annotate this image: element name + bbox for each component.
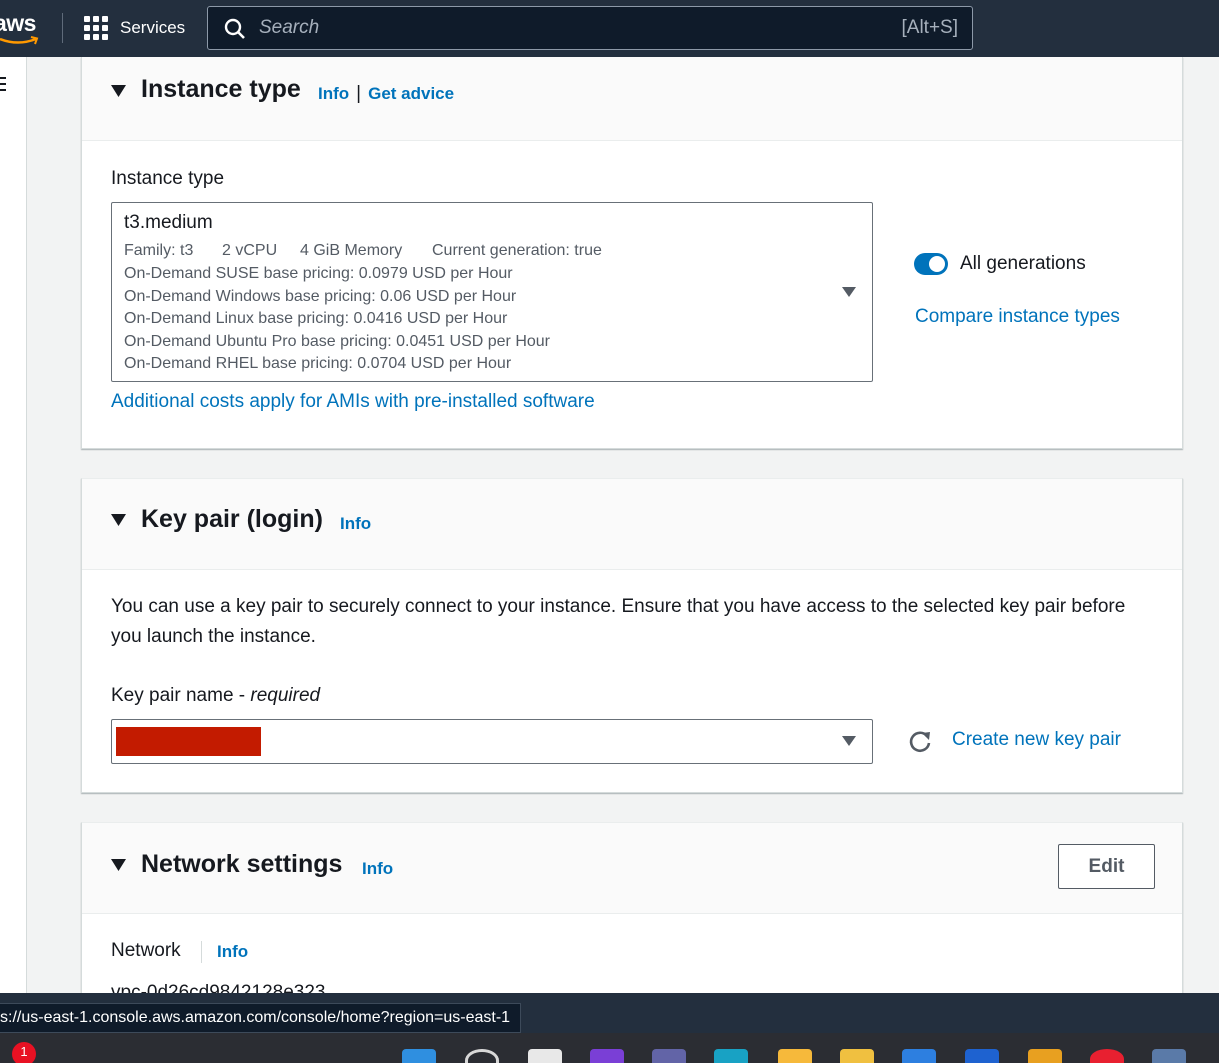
search-placeholder: Search [259, 17, 320, 38]
key-pair-name-text: Key pair name - [111, 685, 251, 706]
key-pair-name-label: Key pair name - required [111, 685, 320, 707]
nav-divider [62, 13, 63, 43]
aws-logo-text: aws [0, 10, 36, 36]
search-icon [224, 18, 245, 39]
redacted-key-pair-value [116, 727, 261, 756]
link-url-tooltip: s://us-east-1.console.aws.amazon.com/con… [0, 1003, 522, 1033]
network-settings-header: Network settings Info Edit [82, 823, 1182, 914]
services-menu-button[interactable]: Services [84, 14, 185, 42]
folder-icon[interactable] [840, 1049, 874, 1063]
instance-type-header: Instance type Info | Get advice [82, 57, 1182, 141]
app-icon[interactable] [1090, 1049, 1124, 1063]
additional-costs-link[interactable]: Additional costs apply for AMIs with pre… [111, 391, 595, 413]
section-title: Key pair (login) [141, 505, 323, 533]
pricing-line: On-Demand Ubuntu Pro base pricing: 0.045… [124, 333, 550, 350]
link-separator: | [356, 83, 362, 104]
all-generations-toggle[interactable] [914, 253, 948, 275]
instance-family: Family: t3 [124, 242, 194, 259]
collapse-caret-icon[interactable] [111, 859, 126, 871]
app-icon[interactable] [965, 1049, 999, 1063]
search-input[interactable]: Search [Alt+S] [207, 6, 973, 50]
services-label: Services [120, 18, 186, 37]
all-generations-label: All generations [960, 253, 1086, 274]
label-separator [201, 941, 202, 963]
pricing-line: On-Demand Linux base pricing: 0.0416 USD… [124, 310, 508, 327]
instance-generation: Current generation: true [432, 242, 602, 259]
search-taskbar-icon[interactable] [465, 1049, 499, 1063]
pricing-line: On-Demand RHEL base pricing: 0.0704 USD … [124, 355, 512, 372]
get-advice-link[interactable]: Get advice [368, 84, 454, 104]
selected-instance-type: t3.medium [124, 212, 213, 233]
info-link[interactable]: Info [318, 84, 349, 104]
edit-button[interactable]: Edit [1058, 844, 1155, 889]
copilot-icon[interactable] [590, 1049, 624, 1063]
search-shortcut-hint: [Alt+S] [901, 17, 959, 38]
refresh-icon[interactable] [907, 729, 933, 755]
compare-instance-types-link[interactable]: Compare instance types [915, 306, 1120, 328]
create-new-key-pair-link[interactable]: Create new key pair [952, 729, 1121, 751]
instance-type-select[interactable]: t3.medium Family: t3 2 vCPU 4 GiB Memory… [111, 202, 873, 382]
pricing-line: On-Demand Windows base pricing: 0.06 USD… [124, 288, 517, 305]
os-taskbar: 1 [0, 1033, 1219, 1063]
aws-smile-icon [0, 36, 39, 45]
network-settings-panel: Network settings Info Edit Network Info … [81, 822, 1183, 1003]
section-title: Instance type [141, 75, 301, 103]
aws-logo[interactable]: aws [0, 8, 44, 48]
toggle-knob [929, 256, 945, 272]
key-pair-panel: Key pair (login) Info You can use a key … [81, 478, 1183, 793]
pricing-line: On-Demand SUSE base pricing: 0.0979 USD … [124, 265, 513, 282]
info-link[interactable]: Info [362, 859, 393, 879]
instance-type-panel: Instance type Info | Get advice Instance… [81, 57, 1183, 449]
collapse-caret-icon[interactable] [111, 514, 126, 526]
edge-icon[interactable] [714, 1049, 748, 1063]
network-info-link[interactable]: Info [217, 942, 248, 962]
start-icon[interactable] [402, 1049, 436, 1063]
teams-icon[interactable] [652, 1049, 686, 1063]
collapse-caret-icon[interactable] [111, 85, 126, 97]
key-pair-select[interactable] [111, 719, 873, 764]
grid-menu-icon [84, 16, 108, 40]
dropdown-caret-icon [842, 287, 856, 297]
hamburger-menu-icon[interactable] [0, 77, 6, 95]
instance-memory: 4 GiB Memory [300, 242, 403, 259]
instance-type-field-label: Instance type [111, 168, 225, 189]
instance-vcpu: 2 vCPU [222, 242, 278, 259]
app-icon[interactable] [1028, 1049, 1062, 1063]
required-marker: required [250, 685, 321, 706]
dropdown-caret-icon [842, 736, 856, 746]
header-links: Info | Get advice [318, 83, 454, 105]
app-icon[interactable] [902, 1049, 936, 1063]
top-navigation-bar: aws Services Search [Alt+S] [0, 0, 1219, 57]
file-icon[interactable] [528, 1049, 562, 1063]
notification-badge[interactable]: 1 [12, 1042, 36, 1063]
info-link[interactable]: Info [340, 514, 371, 534]
network-label: Network [111, 940, 181, 961]
app-icon[interactable] [778, 1049, 812, 1063]
section-title: Network settings [141, 850, 343, 878]
key-pair-header: Key pair (login) Info [82, 479, 1182, 570]
side-navigation-rail [0, 57, 27, 993]
app-icon[interactable] [1152, 1049, 1186, 1063]
key-pair-description: You can use a key pair to securely conne… [111, 596, 1126, 647]
